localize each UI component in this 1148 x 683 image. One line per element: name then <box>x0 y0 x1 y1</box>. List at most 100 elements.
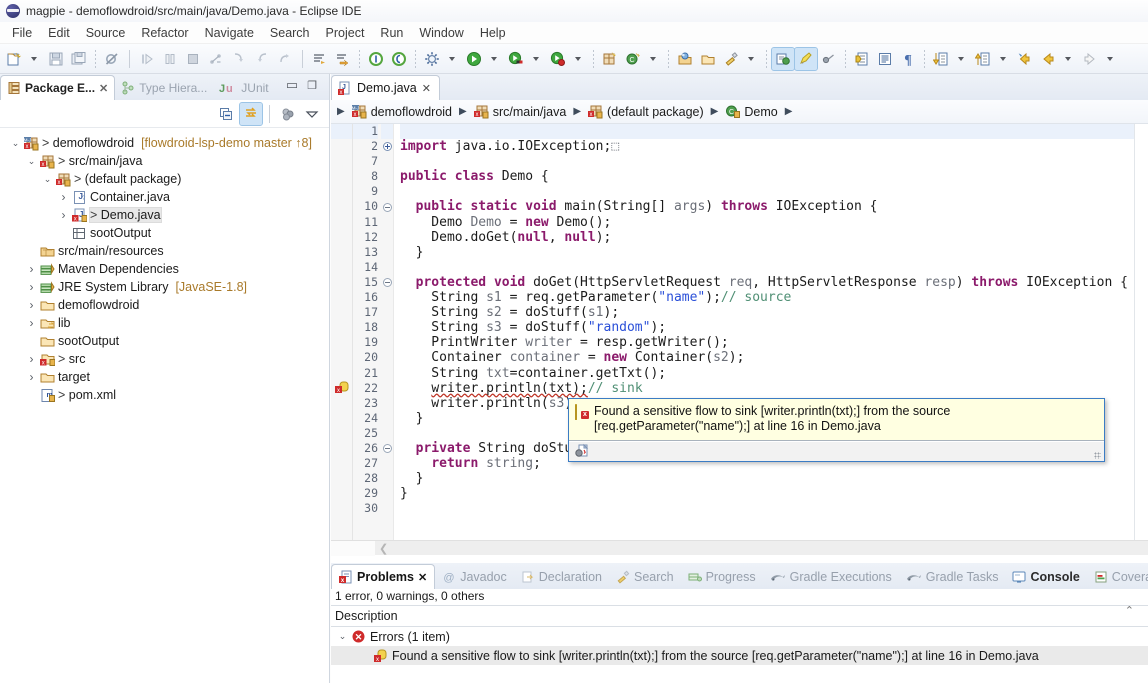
fold-toggle-icon[interactable] <box>381 275 393 290</box>
breadcrumb-item-demo[interactable]: C Demo <box>722 103 780 120</box>
new-wizard-dropdown[interactable] <box>26 51 44 67</box>
step-return-button[interactable] <box>274 48 296 70</box>
problems-rows[interactable]: ⌄ ✕ Errors (1 item) x Found a sensitive flow… <box>331 627 1148 665</box>
tree-item-maven-dependencies[interactable]: › Maven Dependencies <box>4 260 329 278</box>
annotate-button[interactable] <box>818 48 840 70</box>
breadcrumb-arrow-icon[interactable]: ▶ <box>459 106 467 117</box>
save-all-button[interactable] <box>68 48 90 70</box>
open-type-button[interactable] <box>674 48 696 70</box>
code-line[interactable] <box>400 501 1148 516</box>
tree-item-demo-java[interactable]: › Jx > Demo.java <box>4 206 329 224</box>
bottom-tab-declaration[interactable]: Declaration <box>514 565 609 589</box>
code-line[interactable]: String s2 = doStuff(s1); <box>400 305 1148 320</box>
last-edit-location-button[interactable] <box>1014 48 1036 70</box>
code-line[interactable]: public static void main(String[] args) t… <box>400 199 1148 214</box>
build-all-button[interactable] <box>421 48 443 70</box>
skip-breakpoints-button[interactable] <box>101 48 123 70</box>
tree-item-target[interactable]: › target <box>4 368 329 386</box>
back-button[interactable] <box>1037 48 1059 70</box>
code-line[interactable]: String s3 = doStuff("random"); <box>400 320 1148 335</box>
next-annotation-button[interactable] <box>930 48 952 70</box>
chevron-down-icon[interactable]: ⌄ <box>26 156 37 167</box>
build-dropdown[interactable] <box>444 51 462 67</box>
breadcrumb-arrow-icon[interactable]: ▶ <box>573 106 581 117</box>
chevron-down-icon[interactable]: ⌄ <box>10 138 21 149</box>
code-line[interactable]: Demo Demo = new Demo(); <box>400 215 1148 230</box>
chevron-right-icon[interactable]: › <box>26 280 37 294</box>
problem-row[interactable]: ⌄ ✕ Errors (1 item) <box>331 627 1148 646</box>
panel-collapse-icon[interactable]: ⌃ <box>1125 604 1134 617</box>
code-editor[interactable]: x 1 2 7 8 9 10 11 12 13 14 15 16 17 18 19 20 21 22 23 24 25 2… <box>331 124 1148 540</box>
tree-item-src-main-java[interactable]: ⌄ x > src/main/java <box>4 152 329 170</box>
new-wizard-button[interactable] <box>3 48 25 70</box>
menu-item-source[interactable]: Source <box>78 24 134 42</box>
save-button[interactable] <box>45 48 67 70</box>
breadcrumb-item-demoflowdroid[interactable]: M-J x demoflowdroid <box>349 103 455 120</box>
marker-column[interactable]: x <box>331 124 353 540</box>
tree-item-container-java[interactable]: › J? Container.java <box>4 188 329 206</box>
show-source-button[interactable] <box>874 48 896 70</box>
chevron-down-icon[interactable]: ⌄ <box>337 631 348 642</box>
fold-toggle-icon[interactable] <box>381 441 393 456</box>
menu-item-file[interactable]: File <box>4 24 40 42</box>
tree-item-lib[interactable]: › lib <box>4 314 329 332</box>
show-whitespace-button[interactable]: ¶ <box>897 48 919 70</box>
code-line[interactable] <box>400 260 1148 275</box>
code-line[interactable]: writer.println(txt);// sink <box>400 381 1148 396</box>
bottom-tab-gradle-tasks[interactable]: Gradle Tasks <box>899 565 1006 589</box>
quickfix-icon[interactable] <box>575 443 590 461</box>
code-line[interactable]: } <box>400 471 1148 486</box>
menu-item-navigate[interactable]: Navigate <box>197 24 262 42</box>
project-tree[interactable]: ⌄ M-J x > demoflowdroid [flowdroid-lsp-demo … <box>0 128 329 404</box>
problem-hover-popup[interactable]: x Found a sensitive flow to sink [writer… <box>568 398 1105 462</box>
left-tab-junit[interactable]: Ju JUnit <box>213 76 274 100</box>
resume-button[interactable] <box>136 48 158 70</box>
breadcrumb-arrow-icon[interactable]: ▶ <box>337 106 345 117</box>
chevron-down-icon[interactable]: ⌄ <box>42 174 53 185</box>
chevron-right-icon[interactable]: › <box>58 208 69 222</box>
forward-button[interactable] <box>1079 48 1101 70</box>
code-line[interactable]: String s1 = req.getParameter("name");// … <box>400 290 1148 305</box>
menu-item-run[interactable]: Run <box>372 24 411 42</box>
run-button[interactable] <box>463 48 485 70</box>
tree-item-sootoutput[interactable]: sootOutput <box>4 332 329 350</box>
chevron-right-icon[interactable]: › <box>26 370 37 384</box>
magpie-analysis-button[interactable] <box>771 46 795 71</box>
chevron-right-icon[interactable]: › <box>58 190 69 204</box>
tree-item-jre-system-library[interactable]: › JRE System Library [JavaSE-1.8] <box>4 278 329 296</box>
menu-item-search[interactable]: Search <box>262 24 318 42</box>
run-dropdown[interactable] <box>486 51 504 67</box>
disconnect-button[interactable] <box>205 48 227 70</box>
step-over-button[interactable] <box>251 48 273 70</box>
editor-horizontal-scrollbar[interactable]: ❮ <box>331 540 1148 556</box>
code-line[interactable]: } <box>400 245 1148 260</box>
drop-to-frame-button[interactable] <box>332 48 354 70</box>
tree-item-demoflowdroid[interactable]: ⌄ M-J x > demoflowdroid [flowdroid-lsp-demo … <box>4 134 329 152</box>
search-button[interactable] <box>720 48 742 70</box>
open-task-button[interactable] <box>697 48 719 70</box>
menu-item-edit[interactable]: Edit <box>40 24 78 42</box>
code-line[interactable]: public class Demo { <box>400 169 1148 184</box>
folding-column[interactable] <box>381 124 394 540</box>
bottom-tab-javadoc[interactable]: @ Javadoc <box>435 565 514 589</box>
terminate-button[interactable] <box>182 48 204 70</box>
close-icon[interactable]: ✕ <box>422 82 431 95</box>
previous-annotation-dropdown[interactable] <box>995 51 1013 67</box>
code-line[interactable] <box>400 184 1148 199</box>
new-java-project-button[interactable] <box>599 48 621 70</box>
code-line[interactable] <box>400 154 1148 169</box>
left-tab-type-hiera[interactable]: Type Hiera... <box>115 76 213 100</box>
suspend-button[interactable] <box>159 48 181 70</box>
error-marker-icon[interactable]: x <box>331 381 352 396</box>
view-menu-icon[interactable] <box>301 103 323 125</box>
code-line[interactable]: String txt=container.getTxt(); <box>400 366 1148 381</box>
close-icon[interactable]: ✕ <box>418 571 427 584</box>
back-dropdown[interactable] <box>1060 51 1078 67</box>
bottom-tab-coverage[interactable]: Coverage <box>1087 565 1148 589</box>
code-line[interactable]: Demo.doGet(null, null); <box>400 230 1148 245</box>
debug-button[interactable] <box>505 48 527 70</box>
breadcrumb-item-src-main-java[interactable]: x src/main/java <box>471 103 570 120</box>
chevron-right-icon[interactable]: › <box>26 316 37 330</box>
next-annotation-dropdown[interactable] <box>953 51 971 67</box>
menu-item-help[interactable]: Help <box>472 24 514 42</box>
